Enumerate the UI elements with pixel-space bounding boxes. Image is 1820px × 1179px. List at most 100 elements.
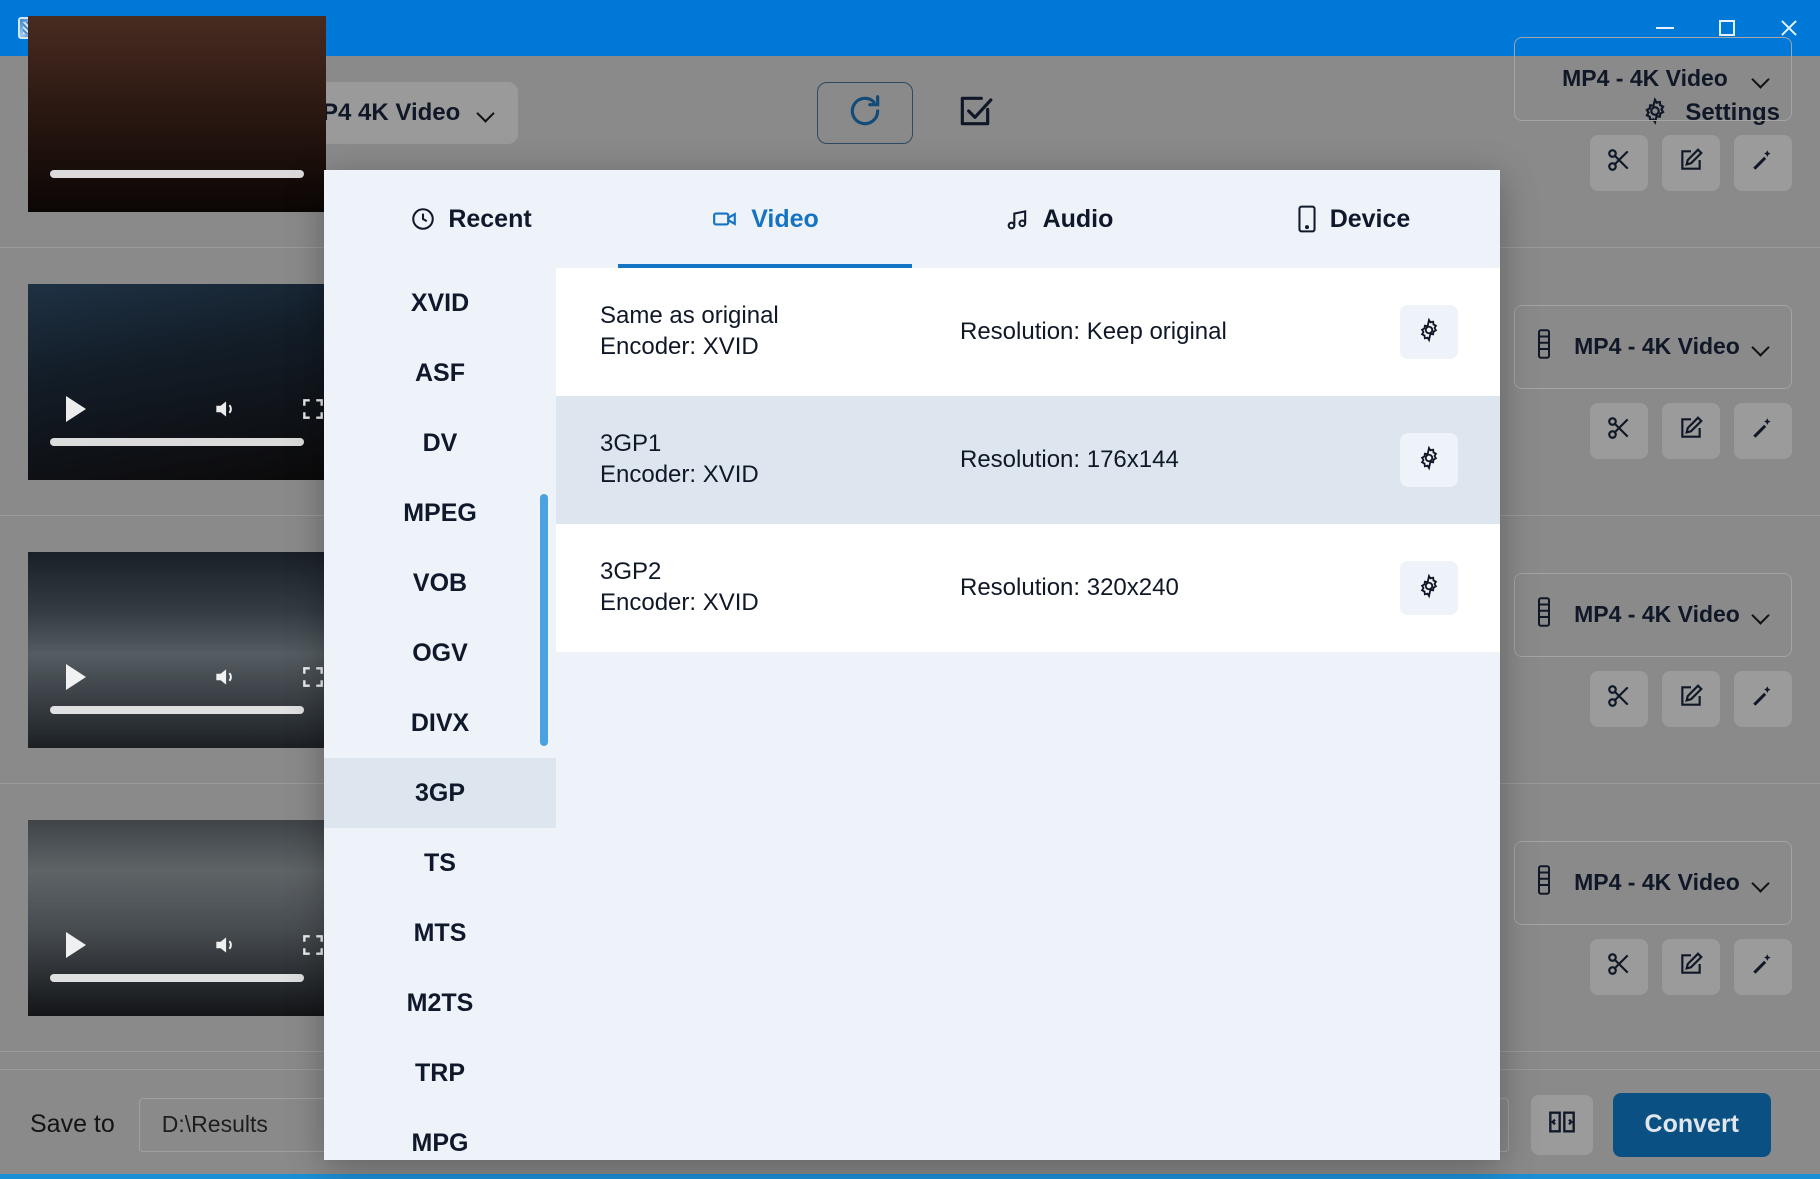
format-label: TS [424,848,456,877]
format-item-3gp[interactable]: 3GP [324,758,556,828]
format-item-dv[interactable]: DV [324,408,556,478]
tab-audio[interactable]: Audio [912,170,1206,268]
format-item-ogv[interactable]: OGV [324,618,556,688]
format-item-m2ts[interactable]: M2TS [324,968,556,1038]
row-icon-group [1590,402,1792,459]
preset-name-block: 3GP1 Encoder: XVID [600,429,960,490]
format-item-mts[interactable]: MTS [324,898,556,968]
cut-button[interactable] [1590,938,1648,995]
format-item-mpg[interactable]: MPG [324,1108,556,1160]
tab-video[interactable]: Video [618,170,912,268]
format-picker-tabs: Recent Video Audio Device [324,170,1500,268]
row-icon-group [1590,938,1792,995]
save-to-label: Save to [30,1110,115,1138]
format-label: TRP [415,1058,465,1087]
preset-resolution: Resolution: 320x240 [960,574,1179,601]
play-icon[interactable] [66,663,86,690]
row-icon-group [1590,670,1792,727]
video-thumbnail[interactable] [28,15,326,212]
volume-icon[interactable] [210,396,240,422]
enhance-button[interactable] [1734,938,1792,995]
video-camera-icon [711,206,739,232]
row-actions: MP4 - 4K Video [1514,784,1792,1051]
format-label: DIVX [410,708,470,737]
format-item-vob[interactable]: VOB [324,548,556,618]
row-format-select[interactable]: MP4 - 4K Video [1514,572,1792,657]
mobile-device-icon [1296,205,1318,233]
tab-recent[interactable]: Recent [324,170,618,268]
clock-icon [410,206,436,232]
preset-name: Same as original [600,302,779,330]
preset-settings-button[interactable] [1400,305,1458,359]
fullscreen-icon[interactable] [300,396,326,422]
format-sidebar[interactable]: XVID ASF DV MPEG VOB OGV DIVX 3GP TS MTS… [324,268,556,1160]
save-path-value: D:\Results [161,1111,268,1137]
volume-icon[interactable] [210,932,240,958]
format-item-trp[interactable]: TRP [324,1038,556,1108]
edit-button[interactable] [1662,938,1720,995]
magic-wand-icon [1750,683,1776,714]
format-item-xvid[interactable]: XVID [324,268,556,338]
play-icon[interactable] [66,931,86,958]
tab-device[interactable]: Device [1206,170,1500,268]
format-label: MTS [413,918,467,947]
fullscreen-icon[interactable] [300,664,326,690]
play-icon[interactable] [66,395,86,422]
convert-label: Convert [1644,1110,1740,1138]
preset-name: 3GP1 [600,430,662,458]
edit-button[interactable] [1662,402,1720,459]
row-format-select[interactable]: MP4 - 4K Video [1514,840,1792,925]
format-label: VOB [412,568,468,597]
seek-bar[interactable] [50,169,304,178]
format-item-ts[interactable]: TS [324,828,556,898]
scissors-icon [1606,683,1632,714]
fullscreen-icon[interactable] [300,932,326,958]
enhance-button[interactable] [1734,134,1792,191]
preset-settings-button[interactable] [1400,433,1458,487]
convert-button[interactable]: Convert [1612,1092,1771,1157]
scissors-icon [1606,951,1632,982]
volume-icon[interactable] [210,664,240,690]
enhance-button[interactable] [1734,402,1792,459]
preset-row[interactable]: 3GP2 Encoder: XVID Resolution: 320x240 [556,524,1500,652]
preset-row[interactable]: Same as original Encoder: XVID Resolutio… [556,268,1500,396]
sidebar-scrollbar[interactable] [540,268,552,1160]
seek-bar[interactable] [50,973,304,982]
film-strip-icon [1537,597,1551,632]
format-label: ASF [415,358,465,387]
row-format-select[interactable]: MP4 - 4K Video [1514,304,1792,389]
seek-bar[interactable] [50,705,304,714]
gear-icon [1416,573,1442,604]
merge-files-button[interactable] [1530,1094,1593,1155]
video-thumbnail[interactable] [28,819,326,1016]
row-actions: MP4 - 4K Video [1514,0,1792,247]
seek-bar[interactable] [50,437,304,446]
video-thumbnail[interactable] [28,551,326,748]
format-label: M2TS [406,988,474,1017]
scissors-icon [1606,415,1632,446]
edit-icon [1678,951,1704,982]
cut-button[interactable] [1590,134,1648,191]
cut-button[interactable] [1590,670,1648,727]
format-label: MPEG [403,498,477,527]
scissors-icon [1606,147,1632,178]
preset-settings-button[interactable] [1400,561,1458,615]
format-item-divx[interactable]: DIVX [324,688,556,758]
format-label: OGV [412,638,468,667]
edit-button[interactable] [1662,670,1720,727]
row-format-select[interactable]: MP4 - 4K Video [1514,36,1792,121]
format-item-asf[interactable]: ASF [324,338,556,408]
edit-icon [1678,415,1704,446]
sidebar-scrollbar-thumb[interactable] [540,494,548,746]
edit-button[interactable] [1662,134,1720,191]
music-note-icon [1005,206,1031,232]
enhance-button[interactable] [1734,670,1792,727]
merge-files-icon [1548,1108,1576,1141]
format-label: XVID [410,288,470,317]
video-thumbnail[interactable] [28,283,326,480]
preset-row[interactable]: 3GP1 Encoder: XVID Resolution: 176x144 [556,396,1500,524]
cut-button[interactable] [1590,402,1648,459]
format-label: 3GP [414,778,466,807]
preset-resolution: Resolution: 176x144 [960,446,1179,473]
format-item-mpeg[interactable]: MPEG [324,478,556,548]
